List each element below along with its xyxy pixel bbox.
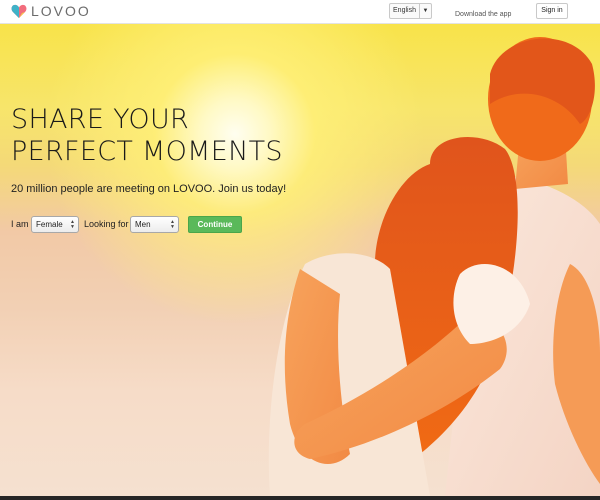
looking-for-label: Looking for (84, 219, 129, 229)
page-headline: SHARE YOUR PERFECT MOMENTS (11, 104, 331, 168)
continue-button[interactable]: Continue (188, 216, 242, 233)
lovoo-heart-logo-icon[interactable] (11, 4, 27, 19)
chevron-down-icon: ▼ (422, 8, 429, 14)
sign-in-button[interactable]: Sign in (536, 3, 568, 19)
couple-photo (268, 37, 600, 496)
i-am-label: I am (11, 219, 29, 229)
select-arrows-icon: ▲ ▼ (70, 219, 75, 230)
headline-line-1: SHARE YOUR (11, 104, 190, 135)
gender-select[interactable]: Female ▲ ▼ (31, 216, 79, 233)
tagline: 20 million people are meeting on LOVOO. … (11, 183, 287, 195)
bottom-edge (0, 496, 600, 500)
logo-wordmark[interactable]: LOVOO (31, 3, 91, 19)
download-app-link[interactable]: Download the app (455, 11, 511, 18)
language-value: English (390, 4, 420, 18)
top-nav: LOVOO English ▼ Download the app Sign in (0, 0, 600, 24)
looking-for-select[interactable]: Men ▲ ▼ (130, 216, 179, 233)
looking-for-value: Men (135, 220, 151, 229)
select-arrows-icon: ▲ ▼ (170, 219, 175, 230)
headline-line-2: PERFECT MOMENTS (11, 136, 283, 167)
gender-value: Female (36, 220, 63, 229)
language-select[interactable]: English ▼ (389, 3, 432, 19)
